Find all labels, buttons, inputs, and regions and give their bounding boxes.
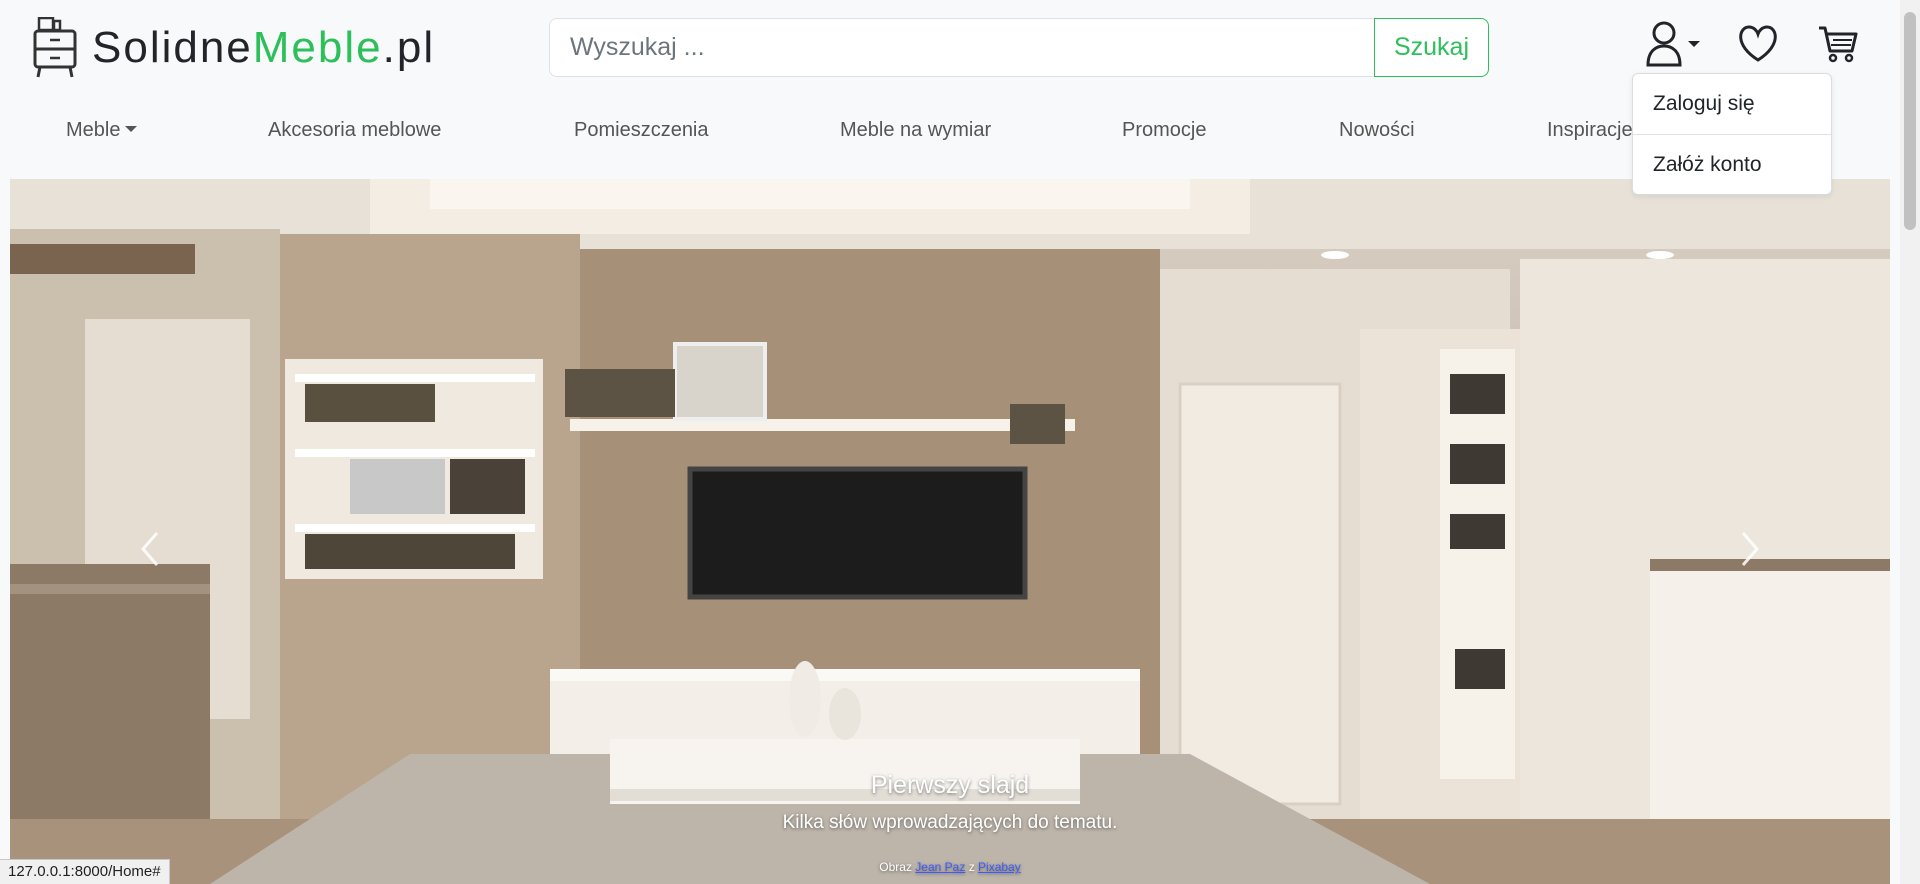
logo[interactable]: SolidneMeble.pl bbox=[32, 16, 435, 80]
chevron-left-icon bbox=[141, 532, 159, 566]
site-header: SolidneMeble.pl Szukaj bbox=[0, 0, 1900, 100]
chevron-right-icon bbox=[1741, 532, 1759, 566]
browser-status-bar: 127.0.0.1:8000/Home# bbox=[0, 859, 170, 884]
user-icon bbox=[1646, 21, 1682, 67]
login-link[interactable]: Zaloguj się bbox=[1653, 92, 1755, 116]
search-bar: Szukaj bbox=[549, 18, 1489, 77]
wishlist-button[interactable] bbox=[1737, 18, 1779, 70]
logo-text: SolidneMeble.pl bbox=[92, 23, 435, 73]
logo-text-part2: Meble bbox=[252, 23, 383, 72]
carousel-prev-button[interactable] bbox=[125, 519, 175, 579]
chevron-down-icon bbox=[125, 126, 138, 133]
logo-text-part1: Solidne bbox=[92, 23, 253, 72]
main-nav: Meble Akcesoria meblowe Pomieszczenia Me… bbox=[0, 100, 1900, 160]
hero-carousel: Pierwszy slajd Kilka słów wprowadzającyc… bbox=[10, 179, 1890, 884]
nav-item-akcesoria[interactable]: Akcesoria meblowe bbox=[268, 100, 441, 160]
nav-item-pomieszczenia[interactable]: Pomieszczenia bbox=[574, 100, 709, 160]
dropdown-divider bbox=[1633, 134, 1831, 135]
nav-item-promocje[interactable]: Promocje bbox=[1122, 100, 1206, 160]
register-link[interactable]: Załóż konto bbox=[1653, 153, 1762, 177]
account-dropdown: Zaloguj się Załóż konto bbox=[1632, 73, 1832, 195]
search-input[interactable] bbox=[549, 18, 1374, 77]
cart-icon bbox=[1819, 26, 1858, 63]
slide-title: Pierwszy slajd bbox=[870, 771, 1030, 799]
chevron-down-icon bbox=[1688, 41, 1700, 47]
furniture-logo-icon bbox=[33, 17, 77, 78]
nav-item-meble-na-wymiar[interactable]: Meble na wymiar bbox=[840, 100, 991, 160]
carousel-next-button[interactable] bbox=[1725, 519, 1775, 579]
cart-button[interactable] bbox=[1818, 18, 1858, 70]
nav-item-meble[interactable]: Meble bbox=[66, 100, 138, 160]
nav-item-label: Meble bbox=[66, 119, 121, 141]
credit-author-link[interactable]: Jean Paz bbox=[915, 860, 965, 874]
heart-icon bbox=[1739, 25, 1777, 62]
page-scrollbar[interactable] bbox=[1900, 0, 1920, 884]
image-credit: Obraz Jean Paz z Pixabay bbox=[10, 860, 1890, 874]
search-button[interactable]: Szukaj bbox=[1374, 18, 1489, 77]
scrollbar-thumb[interactable] bbox=[1904, 12, 1916, 230]
account-menu-toggle[interactable] bbox=[1645, 18, 1700, 70]
credit-prefix: Obraz bbox=[879, 860, 912, 874]
credit-source-link[interactable]: Pixabay bbox=[978, 860, 1021, 874]
nav-item-nowosci[interactable]: Nowości bbox=[1339, 100, 1415, 160]
slide-text: Kilka słów wprowadzających do tematu. bbox=[782, 812, 1118, 833]
logo-text-part3: .pl bbox=[382, 23, 436, 72]
nav-item-inspiracje[interactable]: Inspiracje bbox=[1547, 100, 1633, 160]
credit-mid: z bbox=[968, 860, 975, 874]
